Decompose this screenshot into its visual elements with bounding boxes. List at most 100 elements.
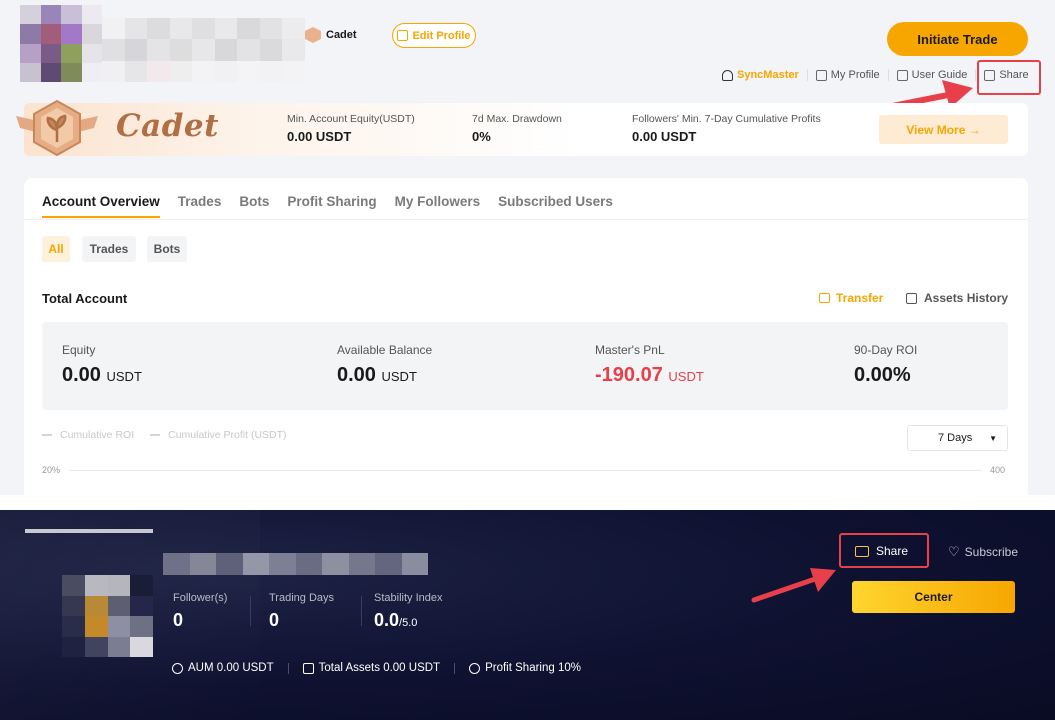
share-label: Share [876,544,909,558]
bottom-screenshot [0,510,1055,720]
level-name: Cadet [116,108,219,144]
total-assets-info: Total Assets 0.00 USDT [302,662,441,674]
summary-master-pnl: Master's PnL -190.07 USDT [595,343,704,387]
stat-followers-profits: Followers' Min. 7-Day Cumulative Profits… [632,113,821,144]
period-value: 7 Days [938,432,973,444]
transfer-label: Transfer [836,291,884,305]
tab-profit-sharing[interactable]: Profit Sharing [287,194,376,218]
divider [287,662,289,674]
subscribe-label: Subscribe [964,545,1019,559]
level-badge: Cadet [305,27,357,43]
my-profile-link[interactable]: My Profile [808,69,888,81]
summary-label: Equity [62,343,96,357]
center-button[interactable]: Center [852,581,1015,613]
avatar [62,575,153,657]
header-links: SyncMaster My Profile User Guide Share [722,69,1037,81]
main-tabs: Account Overview Trades Bots Profit Shar… [42,194,613,218]
value-unit: USDT [106,369,142,384]
value-number: 0.00 [62,364,101,386]
heart-icon: ♡ [948,544,960,559]
subtab-bots[interactable]: Bots [147,236,187,262]
stat-max-drawdown: 7d Max. Drawdown 0% [472,113,562,144]
subscribe-button[interactable]: ♡ Subscribe [948,544,1018,560]
stat-trading-days: Trading Days 0 [269,592,334,631]
assets-history-label: Assets History [924,291,1009,305]
summary-equity: Equity 0.00 USDT [62,343,142,387]
value-suffix: /5.0 [399,617,418,629]
share-link[interactable]: Share [976,69,1036,81]
subtab-all[interactable]: All [42,236,70,262]
assets-history-button[interactable]: Assets History [906,291,1008,305]
stat-value: 0% [472,129,491,144]
aum-info: AUM 0.00 USDT [172,662,274,674]
summary-label: Master's PnL [595,343,665,357]
value-unit: USDT [668,369,704,384]
summary-90-day-roi: 90-Day ROI 0.00% [854,343,917,387]
stat-stability-index: Stability Index 0.0/5.0 [374,592,442,631]
profit-sharing-info: Profit Sharing 10% [469,662,581,674]
axis-label-right: 400 [990,465,1006,475]
account-info-row: AUM 0.00 USDT Total Assets 0.00 USDT Pro… [172,662,581,674]
edit-profile-label: Edit Profile [412,29,471,42]
summary-value: 0.00% [854,364,911,386]
stat-label: Trading Days [269,592,335,604]
legend-label: Cumulative ROI [60,429,135,441]
legend-line-icon [150,434,161,436]
share-button[interactable]: Share [855,544,908,558]
stat-label: Followers' Min. 7-Day Cumulative Profits [632,113,821,125]
decorative-bar [25,529,153,533]
chart-legend: Cumulative ROI Cumulative Profit (USDT) [42,429,287,441]
legend-item[interactable]: Cumulative ROI [42,429,134,441]
legend-label: Cumulative Profit (USDT) [168,429,287,441]
user-guide-link[interactable]: User Guide [889,69,976,81]
user-guide-label: User Guide [911,69,968,81]
stat-value: 0.00 USDT [287,129,352,144]
cadet-badge-icon [305,27,321,43]
pie-chart-icon [469,662,481,674]
share-icon [984,69,996,81]
legend-item[interactable]: Cumulative Profit (USDT) [150,429,287,441]
edit-profile-button[interactable]: Edit Profile [392,23,476,48]
period-select[interactable]: 7 Days ▼ [907,425,1008,451]
top-screenshot: Cadet Edit Profile Initiate Trade SyncMa… [0,0,1055,495]
syncmaster-link[interactable]: SyncMaster [722,69,807,81]
my-profile-label: My Profile [830,69,880,81]
initiate-trade-button[interactable]: Initiate Trade [887,22,1028,56]
username-blurred [102,18,305,82]
value-unit: USDT [381,369,417,384]
stat-value: 0 [269,610,280,630]
edit-icon [397,30,409,41]
tab-subscribed-users[interactable]: Subscribed Users [498,194,613,218]
stat-label: Stability Index [374,592,443,604]
summary-value: 0.00 USDT [62,364,142,387]
dollar-icon [172,662,183,674]
stat-followers: Follower(s) 0 [173,592,227,631]
stat-label: 7d Max. Drawdown [472,113,562,125]
transfer-icon [819,293,830,303]
cadet-emblem-icon [16,99,98,157]
stat-min-equity: Min. Account Equity(USDT) 0.00 USDT [287,113,415,144]
stat-value: 0.00 USDT [632,129,697,144]
divider [250,596,251,626]
stat-label: Follower(s) [173,592,228,604]
subtab-trades[interactable]: Trades [82,236,136,262]
syncmaster-label: SyncMaster [737,69,799,81]
username-blurred [163,553,428,575]
tab-bots[interactable]: Bots [239,194,269,218]
avatar [20,5,102,82]
tab-trades[interactable]: Trades [178,194,222,218]
legend-line-icon [42,434,52,436]
tab-account-overview[interactable]: Account Overview [42,194,160,218]
tab-my-followers[interactable]: My Followers [395,194,481,218]
total-assets-label: Total Assets 0.00 USDT [318,662,441,674]
view-more-button[interactable]: View More → [879,115,1008,144]
transfer-button[interactable]: Transfer [819,291,883,305]
divider [454,662,456,674]
value-number: -190.07 [595,364,663,386]
book-icon [896,69,908,81]
wallet-icon [302,662,314,674]
summary-value: 0.00 USDT [337,364,432,387]
value-number: 0.00 [337,364,376,386]
profit-sharing-label: Profit Sharing 10% [485,662,581,674]
summary-available-balance: Available Balance 0.00 USDT [337,343,432,387]
